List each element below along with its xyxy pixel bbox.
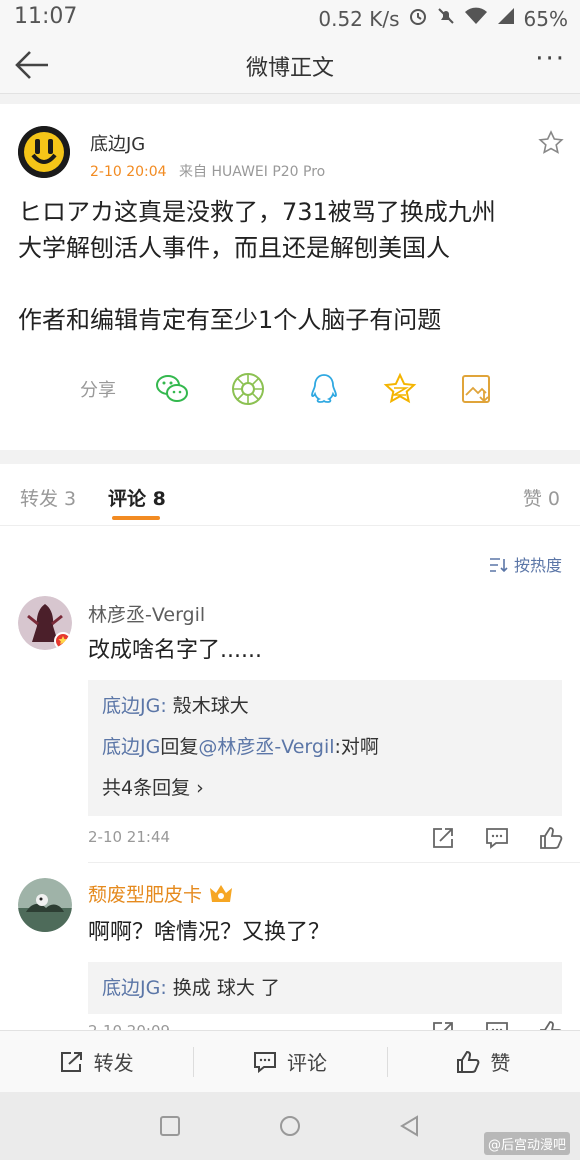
signal-icon xyxy=(496,6,516,31)
vip-crown-icon xyxy=(210,885,233,902)
comment-author[interactable]: 林彦丞-Vergil xyxy=(88,600,205,627)
like-icon xyxy=(457,1050,480,1073)
post-author[interactable]: 底边JG xyxy=(90,130,145,156)
wifi-icon xyxy=(464,6,488,31)
bottom-action-bar: 转发 评论 赞 xyxy=(0,1030,580,1092)
reply-box[interactable]: 底边JG: 换成 球大 了 xyxy=(88,962,562,1014)
share-row: 分享 xyxy=(80,372,534,406)
comment-author[interactable]: 颓废型肥皮卡 xyxy=(88,880,234,907)
reply-word: 回复 xyxy=(160,736,199,758)
reply-item: 底边JG: 殼木球大 xyxy=(102,686,548,727)
post-time: 2-10 20:04 xyxy=(90,164,167,180)
repost-button[interactable]: 转发 xyxy=(0,1031,193,1092)
alarm-icon xyxy=(408,6,428,31)
like-label: 赞 xyxy=(490,1051,511,1075)
post-body: ヒロアカ这真是没救了，731被骂了换成九州 大学解刨活人事件，而且还是解刨美国人… xyxy=(18,194,566,338)
comment-icon xyxy=(253,1051,276,1073)
comment-text: 改成啥名字了...... xyxy=(88,638,262,663)
reply-mention[interactable]: @林彦丞-Vergil xyxy=(198,736,334,758)
tab-bar: 转发 3 评论 8 赞 0 xyxy=(0,464,580,526)
sort-icon xyxy=(489,558,508,573)
qzone-icon[interactable] xyxy=(382,371,418,407)
comment-item: 林彦丞-Vergil 改成啥名字了...... 底边JG: 殼木球大 底边JG回… xyxy=(0,596,580,866)
post-text-line: 作者和编辑肯定有至少1个人脑子有问题 xyxy=(18,306,442,334)
mute-icon xyxy=(436,6,456,31)
page-title: 微博正文 xyxy=(245,56,334,81)
reply-content: 换成 球大 了 xyxy=(166,977,280,999)
battery-percent: 65% xyxy=(523,6,568,31)
status-time: 11:07 xyxy=(14,4,78,29)
comments-section: 转发 3 评论 8 赞 0 按热度 林彦丞-Vergil 改成啥名字了.....… xyxy=(0,464,580,1030)
reply-item: 底边JG回复@林彦丞-Vergil:对啊 xyxy=(102,727,548,768)
tab-repost[interactable]: 转发 3 xyxy=(20,484,76,511)
post-meta: 2-10 20:04 来自 HUAWEI P20 Pro xyxy=(90,161,325,181)
comment-label: 评论 xyxy=(286,1051,327,1075)
like-button[interactable]: 赞 xyxy=(386,1031,580,1092)
moments-icon[interactable] xyxy=(230,371,266,407)
like-icon[interactable] xyxy=(538,826,564,850)
comment-item: 颓废型肥皮卡 啊啊？啥情况？又换了？ 底边JG: 换成 球大 了 2-10 20… xyxy=(0,876,580,1030)
reply-user[interactable]: 底边JG xyxy=(102,695,160,717)
tab-comment[interactable]: 评论 8 xyxy=(108,484,166,511)
repost-label: 转发 xyxy=(93,1051,134,1075)
like-icon[interactable] xyxy=(538,1020,564,1030)
favorite-star-icon[interactable] xyxy=(538,130,564,156)
qq-icon[interactable] xyxy=(306,371,342,407)
reply-user[interactable]: 底边JG xyxy=(102,977,160,999)
watermark: @后宫动漫吧 xyxy=(483,1132,570,1155)
post-text-line: 大学解刨活人事件，而且还是解刨美国人 xyxy=(18,234,450,262)
status-bar: 11:07 0.52 K/s 65% xyxy=(0,0,580,36)
reply-item: 底边JG: 换成 球大 了 xyxy=(102,968,548,1009)
network-speed: 0.52 K/s xyxy=(318,6,400,31)
post-source: 来自 HUAWEI P20 Pro xyxy=(179,164,326,180)
comment-actions xyxy=(430,1020,564,1030)
reply-user[interactable]: 底边JG xyxy=(102,736,160,758)
sort-label: 按热度 xyxy=(513,556,562,575)
avatar[interactable] xyxy=(18,126,70,178)
comment-time: 2-10 20:09 xyxy=(88,1022,170,1030)
navbar: 微博正文 ··· xyxy=(0,36,580,94)
repost-icon xyxy=(60,1051,82,1072)
comment-button[interactable]: 评论 xyxy=(193,1031,386,1092)
reply-box[interactable]: 底边JG: 殼木球大 底边JG回复@林彦丞-Vergil:对啊 共4条回复 › xyxy=(88,680,562,816)
share-icon[interactable] xyxy=(430,1020,456,1030)
post-text-line: ヒロアカ这真是没救了，731被骂了换成九州 xyxy=(18,198,496,226)
recents-icon[interactable] xyxy=(158,1114,182,1138)
tab-like[interactable]: 赞 0 xyxy=(523,484,560,511)
wechat-icon[interactable] xyxy=(154,371,190,407)
reply-content: :对啊 xyxy=(334,736,379,758)
avatar[interactable] xyxy=(18,878,72,932)
comment-text: 啊啊？啥情况？又换了？ xyxy=(88,920,331,945)
back-triangle-icon[interactable] xyxy=(398,1114,422,1138)
sort-button[interactable]: 按热度 xyxy=(489,552,562,576)
more-menu-button[interactable]: ··· xyxy=(535,44,566,74)
post-card: 底边JG 2-10 20:04 来自 HUAWEI P20 Pro ヒロアカ这真… xyxy=(0,104,580,450)
share-icon[interactable] xyxy=(430,826,456,850)
comment-time: 2-10 21:44 xyxy=(88,828,171,846)
home-icon[interactable] xyxy=(278,1114,302,1138)
more-replies-link[interactable]: 共4条回复 › xyxy=(102,768,548,809)
save-image-icon[interactable] xyxy=(458,371,494,407)
share-label: 分享 xyxy=(80,380,116,401)
divider xyxy=(88,862,580,863)
active-tab-indicator xyxy=(112,516,160,520)
comment-icon[interactable] xyxy=(484,1020,510,1030)
comment-author-name: 颓废型肥皮卡 xyxy=(88,884,203,906)
avatar[interactable] xyxy=(18,596,72,650)
comment-icon[interactable] xyxy=(484,826,510,850)
status-indicators: 0.52 K/s 65% xyxy=(318,6,568,31)
reply-content: 殼木球大 xyxy=(166,695,249,717)
comment-actions xyxy=(430,826,564,850)
